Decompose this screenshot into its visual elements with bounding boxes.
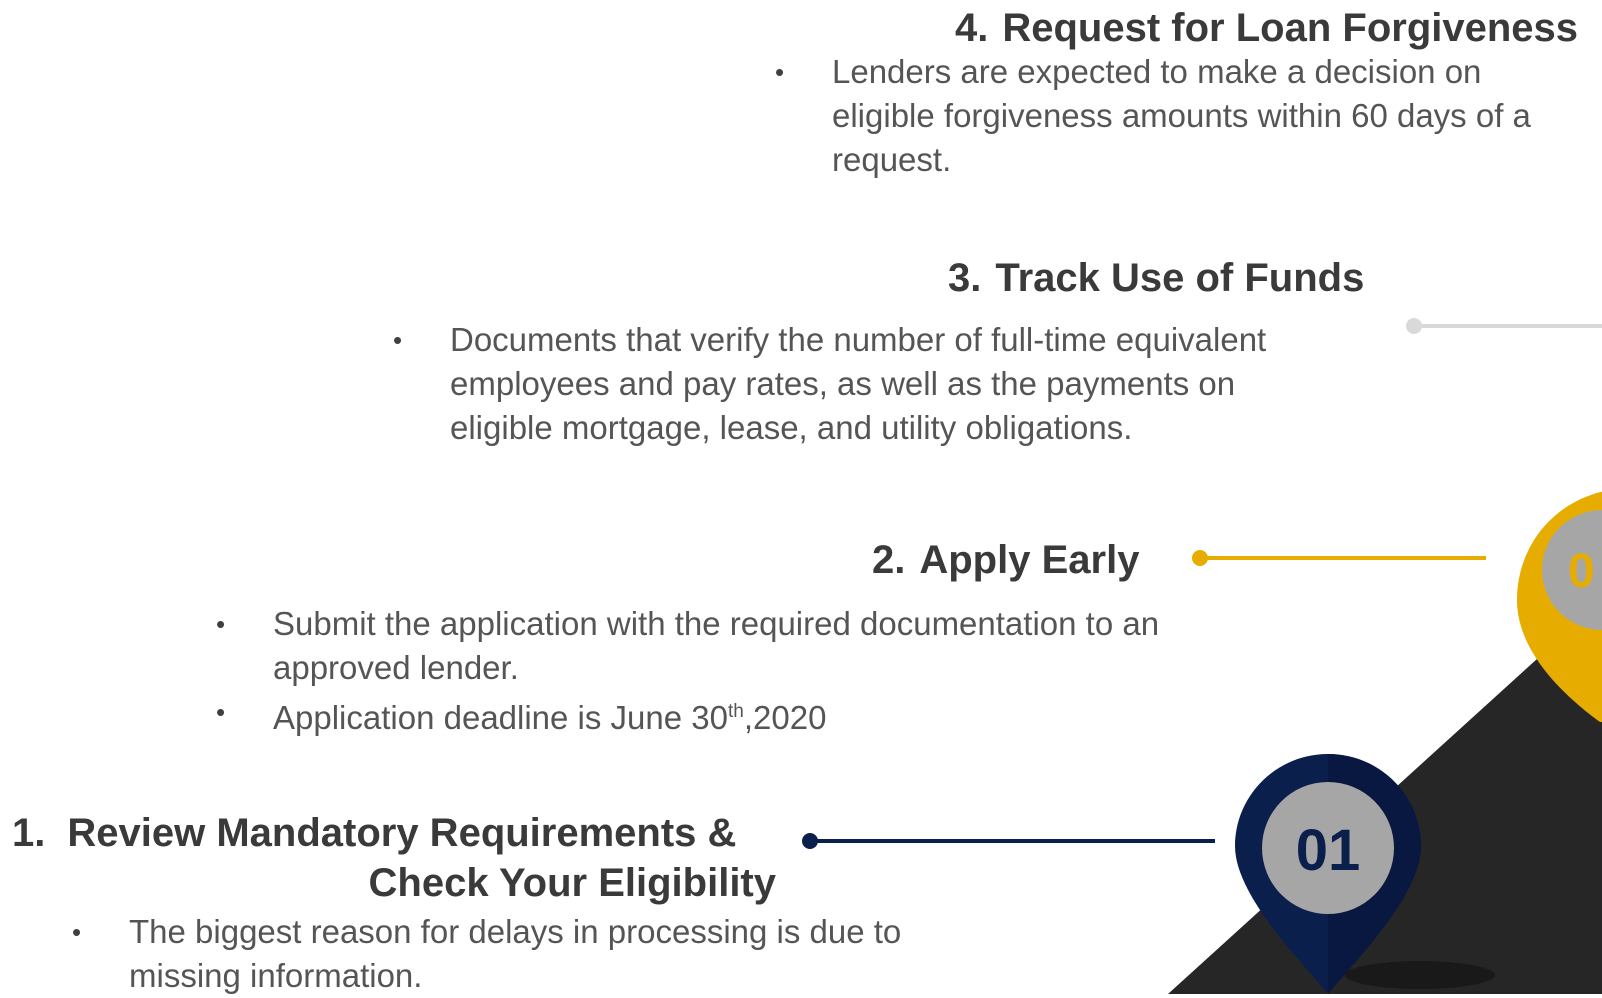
pin-01-label: 01 — [1296, 818, 1361, 883]
bullet-icon: • — [72, 917, 82, 947]
step-2-heading: 2. Apply Early — [872, 540, 1139, 580]
connector-dot-step-2 — [1192, 550, 1208, 566]
step-1-heading: 1. Review Mandatory Requirements & Check … — [12, 808, 776, 908]
step-3-title: Track Use of Funds — [995, 256, 1365, 300]
step-1-bullets: • The biggest reason for delays in proces… — [72, 910, 909, 998]
step-2-title: Apply Early — [919, 538, 1140, 582]
step-1-number: 1. — [12, 811, 46, 855]
step-2-bullet-1: • Submit the application with the require… — [216, 602, 1193, 690]
step-4-bullet-1: • Lenders are expected to make a decision… — [775, 50, 1592, 182]
step-3-bullets: • Documents that verify the number of ful… — [393, 318, 1330, 450]
step-3-bullet-1: • Documents that verify the number of ful… — [393, 318, 1330, 450]
bullet-icon: • — [775, 57, 785, 87]
step-1-title-line-1: Review Mandatory Requirements & — [67, 811, 737, 855]
step-2-bullets: • Submit the application with the require… — [216, 602, 1193, 740]
bullet-icon: • — [216, 697, 226, 727]
step-4-heading: 4. Request for Loan Forgiveness — [955, 8, 1578, 48]
pin-02-label: 0 — [1568, 545, 1595, 598]
step-3-number: 3. — [948, 256, 982, 300]
step-2-number: 2. — [872, 538, 906, 582]
connector-dot-step-1 — [802, 833, 818, 849]
bullet-icon: • — [393, 325, 403, 355]
step-1-bullet-1: • The biggest reason for delays in proces… — [72, 910, 909, 998]
bullet-icon: • — [216, 609, 226, 639]
step-4-title: Request for Loan Forgiveness — [1002, 6, 1579, 50]
step-3-heading: 3. Track Use of Funds — [948, 258, 1364, 298]
step-2-bullet-2: • Application deadline is June 30th,2020 — [216, 690, 1193, 740]
mountain-shadow — [1345, 961, 1495, 989]
step-1-title-line-2: Check Your Eligibility — [368, 861, 777, 905]
connector-dot-step-3 — [1406, 318, 1422, 334]
step-4-number: 4. — [955, 6, 989, 50]
step-4-bullets: • Lenders are expected to make a decision… — [775, 50, 1592, 182]
